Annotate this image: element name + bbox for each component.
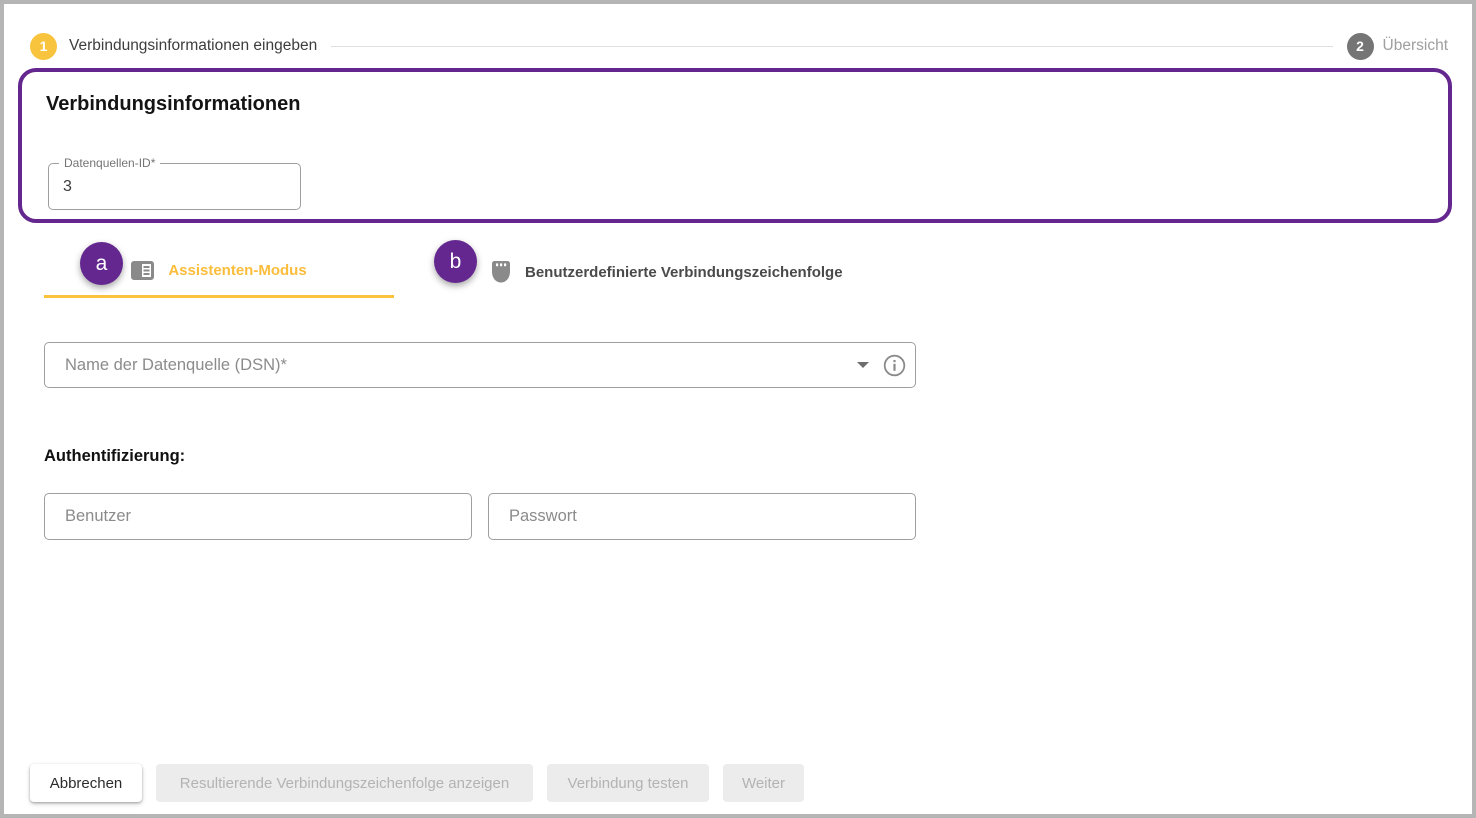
connection-info-highlight-panel: Verbindungsinformationen Datenquellen-ID…	[18, 68, 1452, 223]
stepper-step-1[interactable]: 1 Verbindungsinformationen eingeben	[30, 33, 317, 60]
annotation-marker-b: b	[434, 240, 477, 283]
tab-custom-connection-string[interactable]: Benutzerdefinierte Verbindungszeichenfol…	[424, 246, 904, 298]
next-button[interactable]: Weiter	[723, 764, 804, 802]
show-connection-string-button[interactable]: Resultierende Verbindungszeichenfolge an…	[156, 764, 533, 802]
test-connection-button[interactable]: Verbindung testen	[547, 764, 709, 802]
datasource-id-label: Datenquellen-ID*	[59, 156, 160, 170]
info-icon[interactable]	[883, 354, 906, 377]
tab-wizard-mode-label: Assistenten-Modus	[168, 262, 306, 279]
chevron-down-icon[interactable]	[857, 362, 869, 368]
wizard-stepper: 1 Verbindungsinformationen eingeben 2 Üb…	[30, 32, 1448, 60]
tab-custom-connection-string-label: Benutzerdefinierte Verbindungszeichenfol…	[525, 264, 843, 281]
datasource-id-field: Datenquellen-ID*	[48, 163, 301, 210]
annotation-marker-a: a	[80, 242, 123, 285]
wizard-mode-icon	[131, 261, 154, 280]
user-input[interactable]	[45, 494, 471, 539]
step-2-label: Übersicht	[1383, 37, 1448, 55]
step-2-badge: 2	[1347, 33, 1374, 60]
step-1-badge: 1	[30, 33, 57, 60]
screenshot-frame: 1 Verbindungsinformationen eingeben 2 Üb…	[0, 0, 1476, 818]
stepper-step-2[interactable]: 2 Übersicht	[1347, 33, 1448, 60]
dsn-select-placeholder: Name der Datenquelle (DSN)*	[45, 356, 857, 375]
plug-icon	[491, 260, 511, 284]
cancel-button[interactable]: Abbrechen	[30, 764, 142, 802]
datasource-id-input[interactable]	[49, 164, 300, 209]
dsn-select[interactable]: Name der Datenquelle (DSN)*	[44, 342, 916, 388]
user-field	[44, 493, 472, 540]
stepper-connector-line	[331, 46, 1332, 47]
password-field	[488, 493, 916, 540]
page-title: Verbindungsinformationen	[46, 93, 300, 116]
step-1-label: Verbindungsinformationen eingeben	[69, 37, 317, 55]
authentication-section-label: Authentifizierung:	[44, 447, 185, 466]
password-input[interactable]	[489, 494, 915, 539]
